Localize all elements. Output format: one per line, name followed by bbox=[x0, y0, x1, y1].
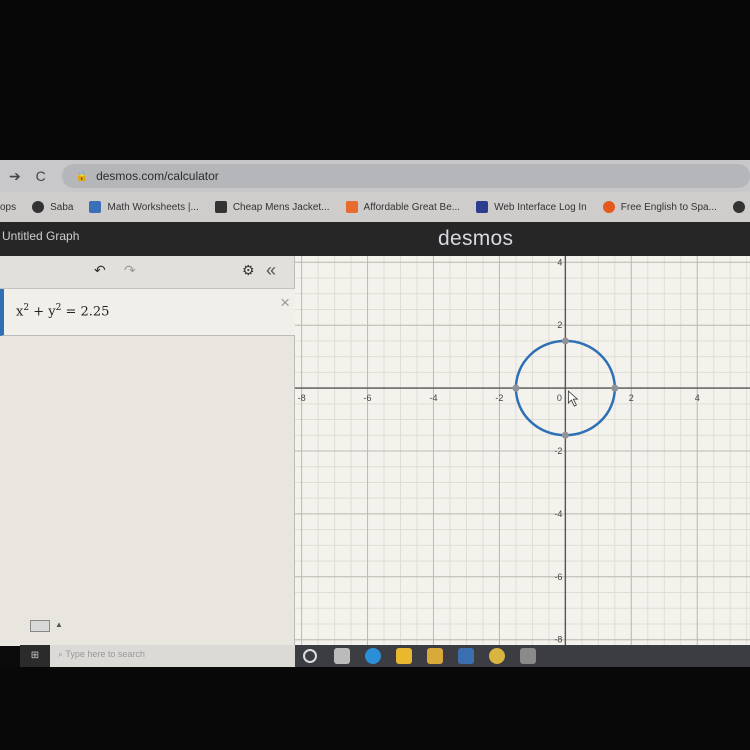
y-tick-label: -8 bbox=[554, 635, 562, 645]
chrome-icon[interactable] bbox=[489, 648, 505, 664]
bookmark-item[interactable]: Affordable Great Be... bbox=[345, 201, 461, 213]
dash-icon bbox=[214, 201, 227, 213]
edge-icon[interactable] bbox=[365, 648, 381, 664]
file-explorer-icon[interactable] bbox=[396, 648, 412, 664]
lock-icon: 🔒 bbox=[75, 170, 89, 182]
bookmark-item[interactable]: Cheap Mens Jacket... bbox=[214, 201, 330, 213]
x-tick-label: 4 bbox=[695, 393, 700, 403]
bookmark-label: Free English to Spa... bbox=[620, 201, 717, 213]
y-tick-label: -6 bbox=[554, 572, 562, 582]
expression-input[interactable]: x2 + y2 = 2.25 bbox=[16, 303, 109, 319]
undo-icon[interactable]: ↶ bbox=[94, 262, 106, 279]
expression-panel: ↶ ↷ ⚙ « x2 + y2 = 2.25 × ▲ bbox=[0, 256, 296, 646]
square-icon bbox=[476, 201, 489, 213]
bookmark-item[interactable]: Web Interface Log In bbox=[476, 201, 587, 213]
expression-item[interactable]: x2 + y2 = 2.25 × bbox=[0, 289, 296, 336]
bookmark-label: Math Worksheets |... bbox=[107, 201, 199, 213]
graph-canvas[interactable]: -8 -6 -4 -2 0 2 4 4 2 -2 -4 -6 -8 bbox=[295, 256, 750, 646]
expr-var-y: y bbox=[48, 304, 56, 320]
bookmark-label: Web Interface Log In bbox=[494, 201, 587, 213]
bookmarks-bar: ops Saba Math Worksheets |... Cheap Mens Ja… bbox=[0, 192, 750, 222]
graph-paper[interactable]: -8 -6 -4 -2 0 2 4 4 2 -2 -4 -6 -8 bbox=[295, 256, 750, 646]
expr-rhs: = 2.25 bbox=[61, 304, 110, 320]
gear-orange-icon bbox=[602, 201, 615, 213]
bookmark-item[interactable] bbox=[732, 201, 750, 213]
url-text: desmos.com/calculator bbox=[96, 169, 219, 183]
browser-address-bar: ➔ C 🔒 desmos.com/calculator bbox=[0, 160, 750, 192]
screen-bezel-bottom bbox=[0, 667, 750, 750]
screen-bezel-top bbox=[0, 0, 750, 160]
url-field[interactable]: 🔒 desmos.com/calculator bbox=[61, 164, 750, 188]
bookmark-label: Saba bbox=[50, 201, 74, 213]
y-tick-label: -2 bbox=[554, 446, 562, 456]
back-arrow-icon[interactable]: ➔ bbox=[4, 168, 26, 185]
taskbar-search-input[interactable]: ⌕ Type here to search bbox=[58, 649, 145, 660]
intercept-point bbox=[611, 384, 619, 392]
desmos-logo: desmos bbox=[438, 227, 514, 250]
bookmark-label: Affordable Great Be... bbox=[363, 201, 461, 213]
globe-icon bbox=[32, 201, 45, 213]
globe-icon bbox=[732, 201, 745, 213]
bookmark-item[interactable]: Saba bbox=[32, 201, 73, 213]
search-placeholder: Type here to search bbox=[65, 649, 145, 659]
y-tick-label: 2 bbox=[557, 320, 562, 330]
cortana-icon[interactable] bbox=[303, 649, 317, 663]
task-view-icon[interactable] bbox=[334, 648, 350, 664]
taskbar-apps bbox=[295, 645, 750, 667]
x-tick-label: -2 bbox=[495, 393, 503, 403]
bookmark-item[interactable]: Math Worksheets |... bbox=[89, 201, 199, 213]
x-tick-label: -8 bbox=[298, 393, 306, 403]
bookmark-item[interactable]: ops bbox=[0, 202, 16, 213]
store-icon[interactable] bbox=[427, 648, 443, 664]
intercept-point bbox=[561, 431, 569, 439]
y-tick-label: -4 bbox=[554, 509, 562, 519]
intercept-point bbox=[561, 337, 569, 345]
gear-icon[interactable]: ⚙ bbox=[242, 262, 255, 279]
x-tick-label: -4 bbox=[429, 393, 437, 403]
expression-toolbar: ↶ ↷ ⚙ « bbox=[0, 256, 294, 289]
x-tick-label: 2 bbox=[629, 393, 634, 403]
y-tick-label: 4 bbox=[557, 257, 562, 267]
intercept-point bbox=[512, 384, 520, 392]
desmos-header: Untitled Graph desmos bbox=[0, 222, 750, 256]
redo-icon[interactable]: ↷ bbox=[124, 262, 136, 279]
windows-taskbar: ⊞ ⌕ Type here to search bbox=[20, 645, 750, 667]
windows-icon[interactable]: ⊞ bbox=[20, 645, 50, 667]
chat-bubble-icon bbox=[345, 201, 358, 213]
grid-icon bbox=[89, 201, 102, 213]
x-tick-label: -6 bbox=[364, 393, 372, 403]
bookmark-label: Cheap Mens Jacket... bbox=[232, 201, 330, 213]
expr-operator: + bbox=[29, 304, 49, 320]
collapse-panel-icon[interactable]: « bbox=[266, 260, 276, 281]
caret-up-icon[interactable]: ▲ bbox=[55, 620, 63, 629]
x-tick-label: 0 bbox=[557, 393, 562, 403]
graph-title[interactable]: Untitled Graph bbox=[2, 229, 79, 243]
mail-icon[interactable] bbox=[458, 648, 474, 664]
bookmark-label: ops bbox=[0, 201, 17, 213]
bookmark-item[interactable]: Free English to Spa... bbox=[602, 201, 717, 213]
delete-expression-icon[interactable]: × bbox=[280, 293, 290, 313]
app-icon[interactable] bbox=[520, 648, 536, 664]
keyboard-icon[interactable] bbox=[30, 620, 50, 632]
reload-icon[interactable]: C bbox=[30, 168, 52, 184]
